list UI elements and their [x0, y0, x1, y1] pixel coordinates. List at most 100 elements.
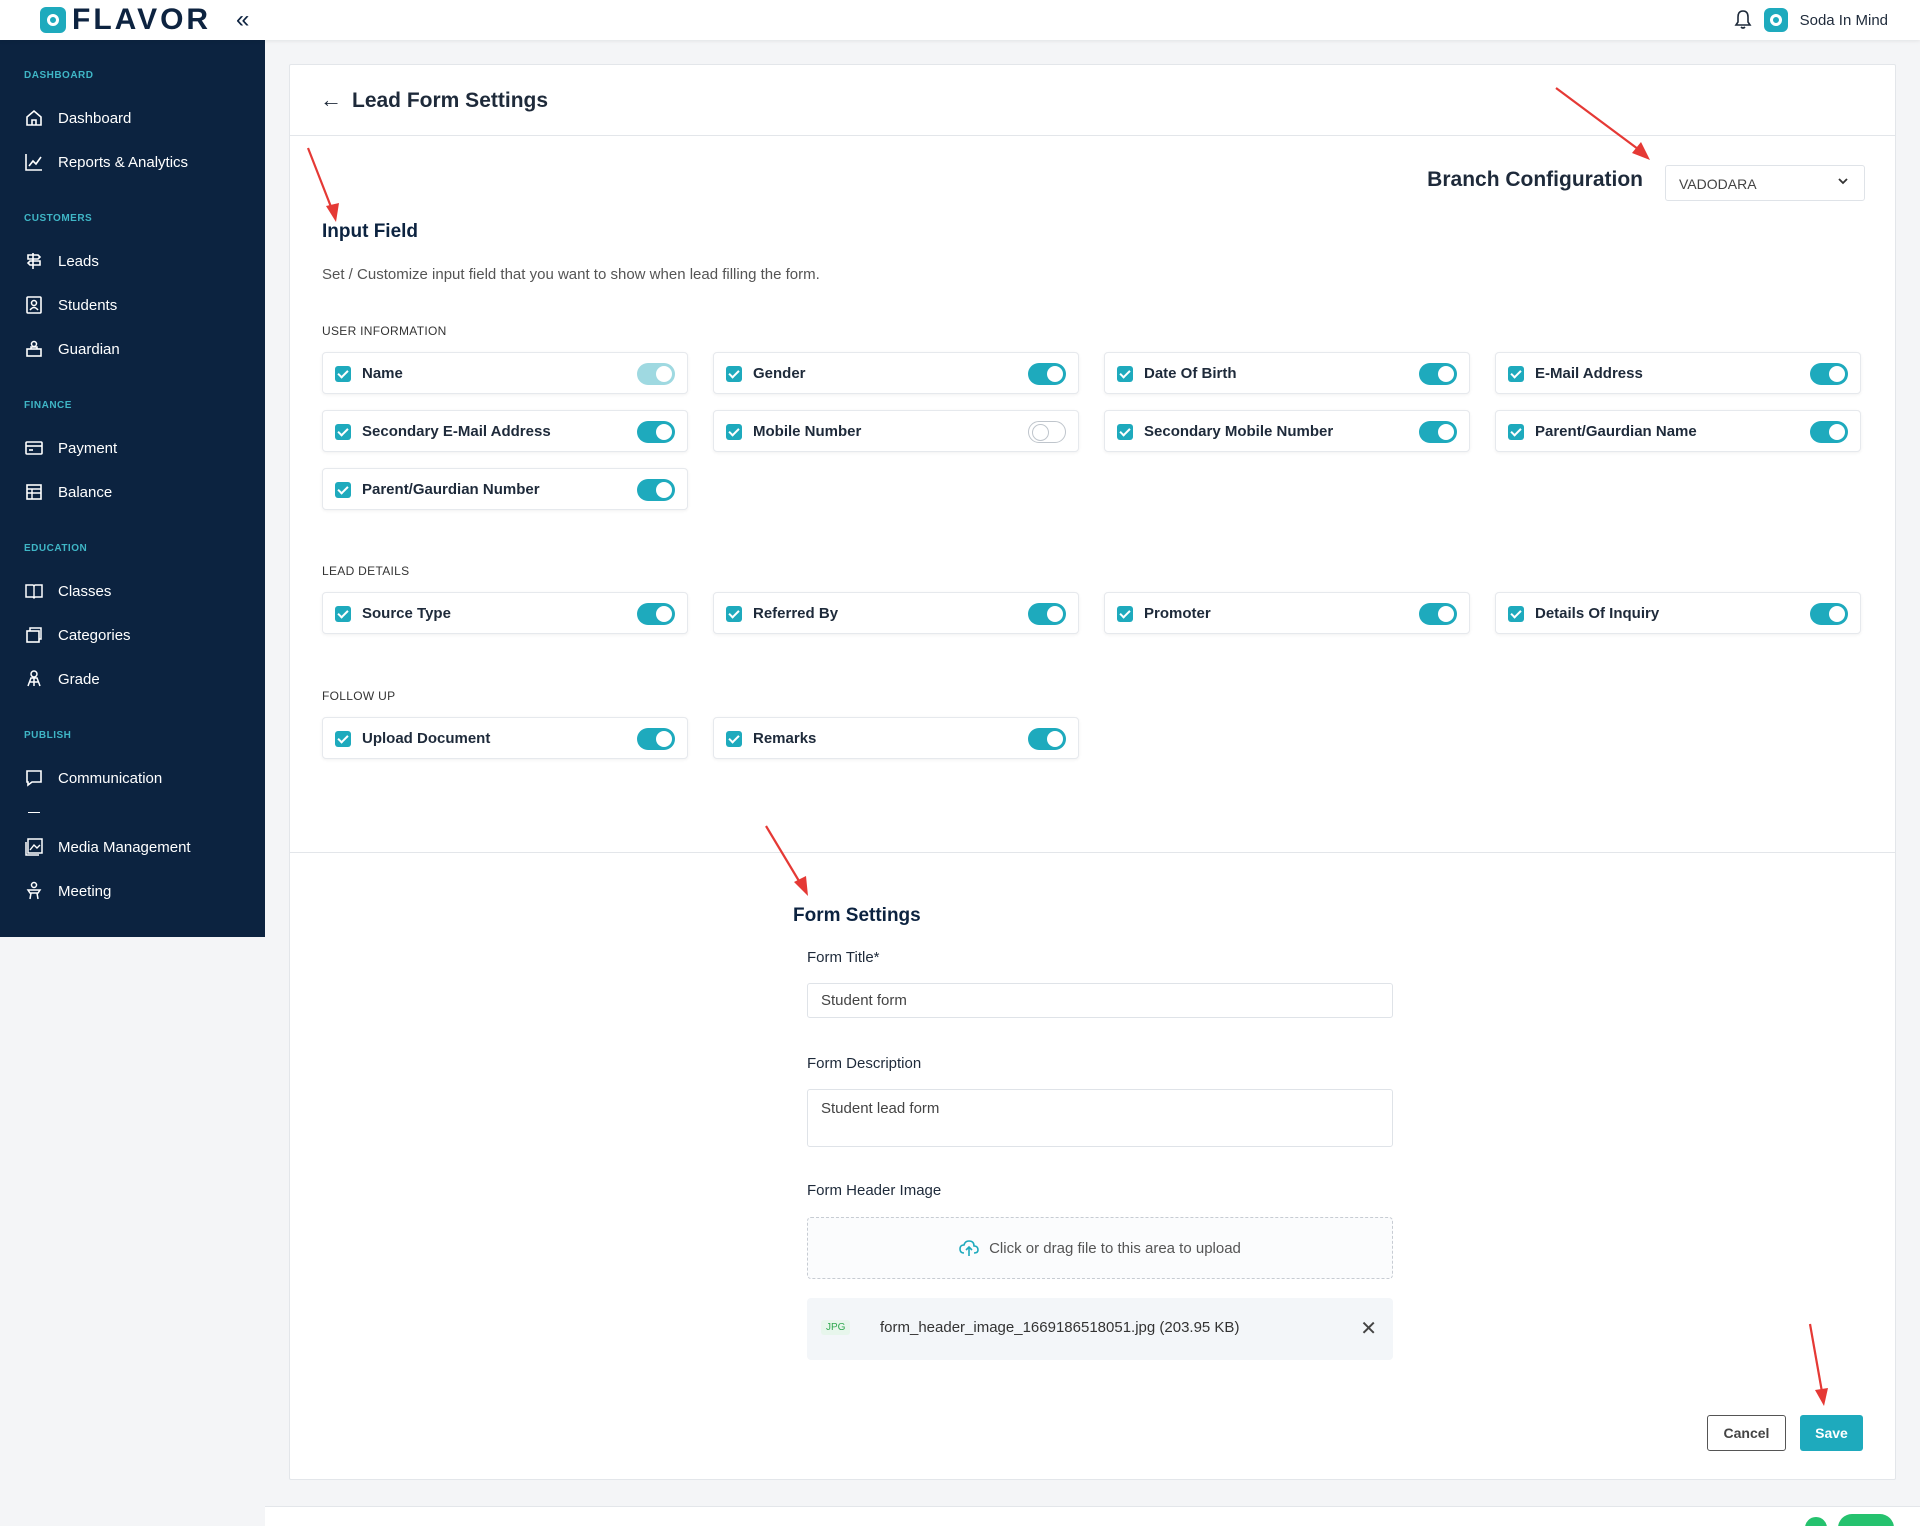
user-name[interactable]: Soda In Mind	[1800, 12, 1888, 29]
field-checkbox[interactable]	[1117, 424, 1133, 440]
sidebar-item-payment[interactable]: Payment	[24, 435, 117, 461]
file-name: form_header_image_1669186518051.jpg (203…	[880, 1319, 1240, 1336]
field-toggle[interactable]	[1419, 603, 1457, 625]
field-upload-document: Upload Document	[322, 717, 688, 759]
field-checkbox[interactable]	[726, 606, 742, 622]
footer	[265, 1506, 1920, 1526]
sidebar-item-meeting[interactable]: Meeting	[24, 878, 111, 904]
field-toggle[interactable]	[1810, 603, 1848, 625]
sidebar-item-label: Communication	[58, 769, 163, 787]
sidebar: DASHBOARD Dashboard Reports & Analytics …	[0, 40, 265, 937]
form-title-input[interactable]	[807, 983, 1393, 1018]
field-toggle[interactable]	[1810, 363, 1848, 385]
sidebar-item-reports[interactable]: Reports & Analytics	[24, 149, 188, 175]
back-arrow-icon[interactable]: ←	[320, 89, 342, 111]
sidebar-item-media-management[interactable]: Media Management	[24, 834, 191, 860]
sidebar-item-label: Media Management	[58, 838, 191, 856]
field-label: Parent/Gaurdian Number	[362, 481, 540, 498]
sidebar-item-grade[interactable]: Grade	[24, 666, 100, 692]
sidebar-item-balance[interactable]: Balance	[24, 479, 112, 505]
field-label: Remarks	[753, 730, 817, 747]
field-label: Upload Document	[362, 730, 491, 747]
field-checkbox[interactable]	[335, 606, 351, 622]
bell-icon[interactable]	[1734, 9, 1752, 31]
field-toggle[interactable]	[1028, 728, 1066, 750]
field-checkbox[interactable]	[1508, 424, 1524, 440]
field-checkbox[interactable]	[726, 366, 742, 382]
annotation-arrow-form-settings	[765, 825, 808, 896]
field-gender: Gender	[713, 352, 1079, 394]
brand-logo[interactable]: FLAVOR	[40, 5, 211, 35]
field-secondary-mobile-number: Secondary Mobile Number	[1104, 410, 1470, 452]
sidebar-item-dashboard[interactable]: Dashboard	[24, 105, 131, 131]
field-parent-guardian-name: Parent/Gaurdian Name	[1495, 410, 1861, 452]
field-toggle[interactable]	[1028, 603, 1066, 625]
field-parent-guardian-number: Parent/Gaurdian Number	[322, 468, 688, 510]
field-label: Date Of Birth	[1144, 365, 1237, 382]
sidebar-item-label: Balance	[58, 483, 113, 501]
field-referred-by: Referred By	[713, 592, 1079, 634]
field-checkbox[interactable]	[335, 424, 351, 440]
field-name: Name	[322, 352, 688, 394]
field-toggle[interactable]	[1028, 421, 1066, 443]
field-label: Mobile Number	[753, 423, 862, 440]
field-toggle[interactable]	[1028, 363, 1066, 385]
sidebar-item-classes[interactable]: Classes	[24, 578, 111, 604]
field-toggle[interactable]	[637, 479, 675, 501]
field-source-type: Source Type	[322, 592, 688, 634]
field-toggle-disabled	[637, 363, 675, 385]
file-type-badge: JPG	[821, 1320, 851, 1335]
branch-configuration-label: Branch Configuration	[1427, 168, 1643, 191]
sidebar-item-guardian[interactable]: Guardian	[24, 336, 120, 362]
field-checkbox[interactable]	[335, 482, 351, 498]
field-checkbox[interactable]	[726, 424, 742, 440]
upload-dropzone[interactable]: Click or drag file to this area to uploa…	[807, 1217, 1393, 1279]
remove-file-icon[interactable]: ✕	[1360, 1316, 1377, 1341]
field-checkbox[interactable]	[1508, 606, 1524, 622]
company-avatar[interactable]	[1763, 8, 1788, 32]
sidebar-item-leads[interactable]: Leads	[24, 248, 99, 274]
field-toggle[interactable]	[1810, 421, 1848, 443]
field-toggle[interactable]	[1419, 363, 1457, 385]
chevron-down-icon	[1838, 178, 1848, 185]
field-toggle[interactable]	[637, 728, 675, 750]
field-toggle[interactable]	[1419, 421, 1457, 443]
chart-line-icon	[25, 154, 42, 171]
message-icon	[26, 770, 42, 787]
field-checkbox[interactable]	[335, 366, 351, 382]
top-bar: FLAVOR « Soda In Mind	[0, 0, 1920, 40]
guardian-icon	[26, 340, 42, 357]
sidebar-item-communication[interactable]: Communication	[24, 765, 162, 791]
field-label: Source Type	[362, 605, 451, 622]
field-checkbox[interactable]	[726, 731, 742, 747]
field-checkbox[interactable]	[1117, 366, 1133, 382]
field-toggle[interactable]	[637, 421, 675, 443]
sidebar-item-label: Guardian	[58, 340, 120, 358]
field-secondary-email: Secondary E-Mail Address	[322, 410, 688, 452]
form-description-value: Student lead form	[821, 1100, 940, 1117]
field-label: Details Of Inquiry	[1535, 605, 1660, 622]
field-label: Referred By	[753, 605, 839, 622]
annotation-arrow-input-field	[306, 147, 339, 222]
field-checkbox[interactable]	[1117, 606, 1133, 622]
sidebar-item-students[interactable]: Students	[24, 292, 117, 318]
save-button[interactable]: Save	[1800, 1415, 1863, 1451]
field-mobile-number: Mobile Number	[713, 410, 1079, 452]
branch-select[interactable]: VADODARA	[1665, 165, 1865, 201]
help-chat-button[interactable]	[1838, 1514, 1894, 1526]
field-checkbox[interactable]	[335, 731, 351, 747]
form-settings-title: Form Settings	[793, 905, 921, 926]
sidebar-item-label: Meeting	[58, 882, 112, 900]
sidebar-item-categories[interactable]: Categories	[24, 622, 131, 648]
field-toggle[interactable]	[637, 603, 675, 625]
section-divider	[290, 852, 1895, 853]
ledger-icon	[26, 484, 42, 500]
field-label: Parent/Gaurdian Name	[1535, 423, 1697, 440]
meeting-icon	[26, 881, 42, 900]
form-description-textarea[interactable]: Student lead form	[807, 1089, 1393, 1147]
field-checkbox[interactable]	[1508, 366, 1524, 382]
cancel-button[interactable]: Cancel	[1707, 1415, 1786, 1451]
form-header-image-label: Form Header Image	[807, 1182, 942, 1199]
collapse-sidebar-icon[interactable]: «	[236, 6, 249, 34]
field-label: Secondary E-Mail Address	[362, 423, 551, 440]
